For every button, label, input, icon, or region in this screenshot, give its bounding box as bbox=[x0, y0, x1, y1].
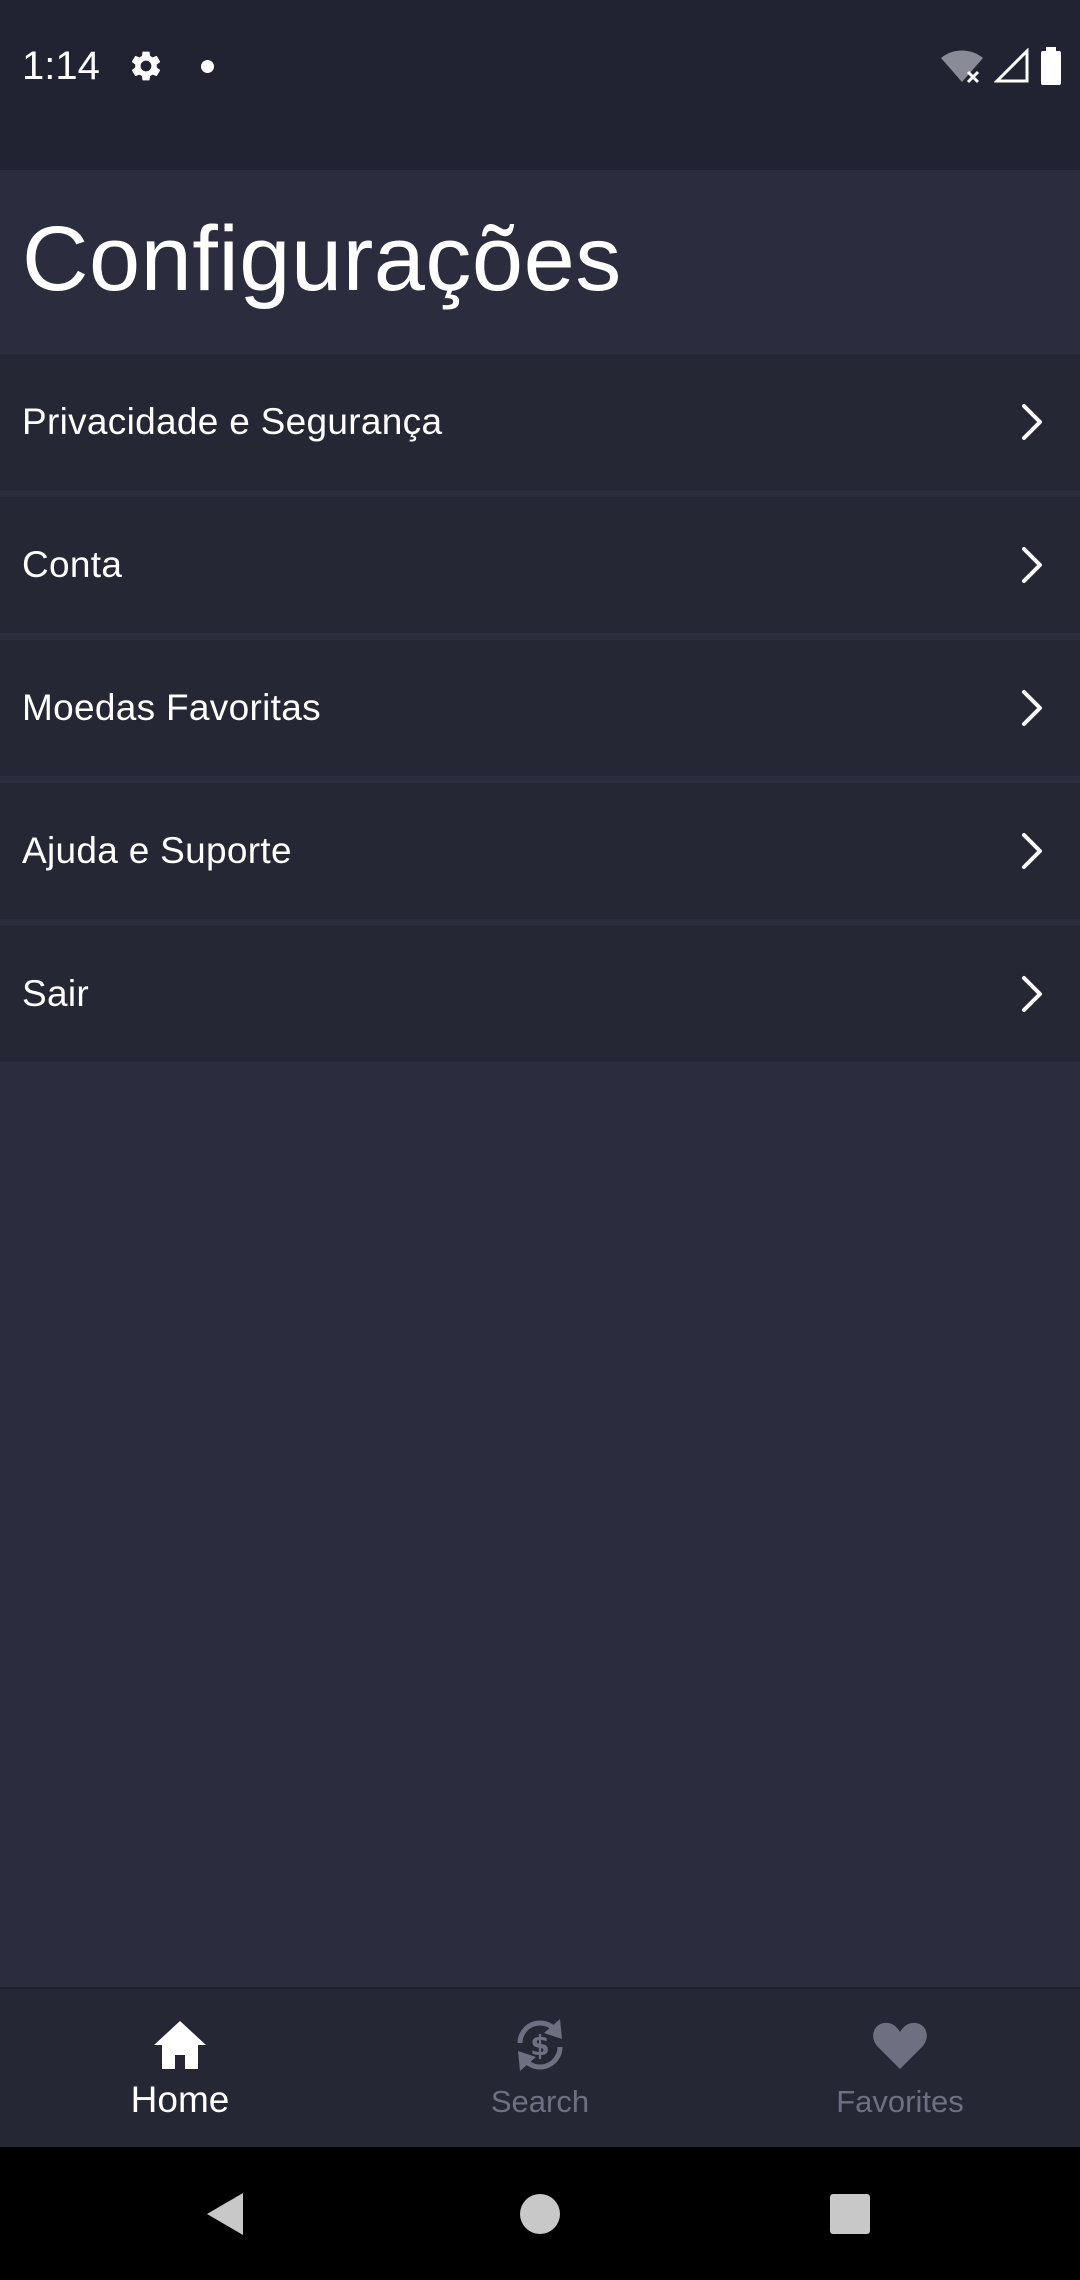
settings-item-label: Privacidade e Segurança bbox=[22, 401, 443, 442]
back-button[interactable] bbox=[165, 2147, 285, 2280]
notification-dot-icon bbox=[201, 60, 214, 73]
settings-item-label: Moedas Favoritas bbox=[22, 687, 321, 728]
home-circle-icon bbox=[520, 2193, 560, 2234]
settings-item-favorite-currencies[interactable]: Moedas Favoritas bbox=[0, 640, 1080, 776]
status-time: 1:14 bbox=[22, 44, 100, 88]
currency-exchange-icon: $ bbox=[517, 2019, 563, 2071]
system-nav-bar bbox=[0, 2147, 1080, 2280]
settings-list: Privacidade e Segurança Conta Moedas Fav… bbox=[0, 354, 1080, 1062]
nav-label-favorites: Favorites bbox=[836, 2084, 964, 2119]
recents-button[interactable] bbox=[790, 2147, 910, 2280]
settings-item-label: Ajuda e Suporte bbox=[22, 830, 292, 871]
recents-icon bbox=[830, 2193, 870, 2234]
nav-item-favorites[interactable]: Favorites bbox=[720, 1989, 1080, 2149]
settings-item-help-support[interactable]: Ajuda e Suporte bbox=[0, 783, 1080, 919]
bottom-nav: Home $ Search Favorites bbox=[0, 1987, 1080, 2149]
heart-icon bbox=[873, 2022, 927, 2069]
nav-item-home[interactable]: Home bbox=[0, 1989, 360, 2149]
nav-item-search[interactable]: $ Search bbox=[360, 1989, 720, 2149]
home-icon bbox=[154, 2021, 206, 2069]
settings-item-label: Conta bbox=[22, 544, 123, 585]
page-header: Configurações bbox=[0, 170, 1080, 354]
chevron-right-icon bbox=[1022, 976, 1042, 1012]
chevron-right-icon bbox=[1022, 547, 1042, 583]
status-icons bbox=[940, 46, 1062, 86]
settings-item-label: Sair bbox=[22, 973, 89, 1014]
status-bar: 1:14 bbox=[0, 0, 1080, 170]
wifi-off-icon bbox=[941, 50, 983, 84]
settings-item-privacy[interactable]: Privacidade e Segurança bbox=[0, 354, 1080, 490]
nav-label-search: Search bbox=[490, 2084, 590, 2119]
back-icon bbox=[207, 2192, 243, 2235]
nav-label-home: Home bbox=[130, 2079, 230, 2120]
chevron-right-icon bbox=[1022, 690, 1042, 726]
svg-text:$: $ bbox=[530, 2029, 549, 2062]
home-button[interactable] bbox=[480, 2147, 600, 2280]
page-title: Configurações bbox=[22, 208, 622, 310]
battery-icon bbox=[1041, 47, 1061, 85]
settings-item-logout[interactable]: Sair bbox=[0, 926, 1080, 1062]
chevron-right-icon bbox=[1022, 833, 1042, 869]
settings-item-account[interactable]: Conta bbox=[0, 497, 1080, 633]
chevron-right-icon bbox=[1022, 404, 1042, 440]
settings-icon bbox=[131, 51, 161, 81]
signal-icon bbox=[994, 48, 1029, 83]
